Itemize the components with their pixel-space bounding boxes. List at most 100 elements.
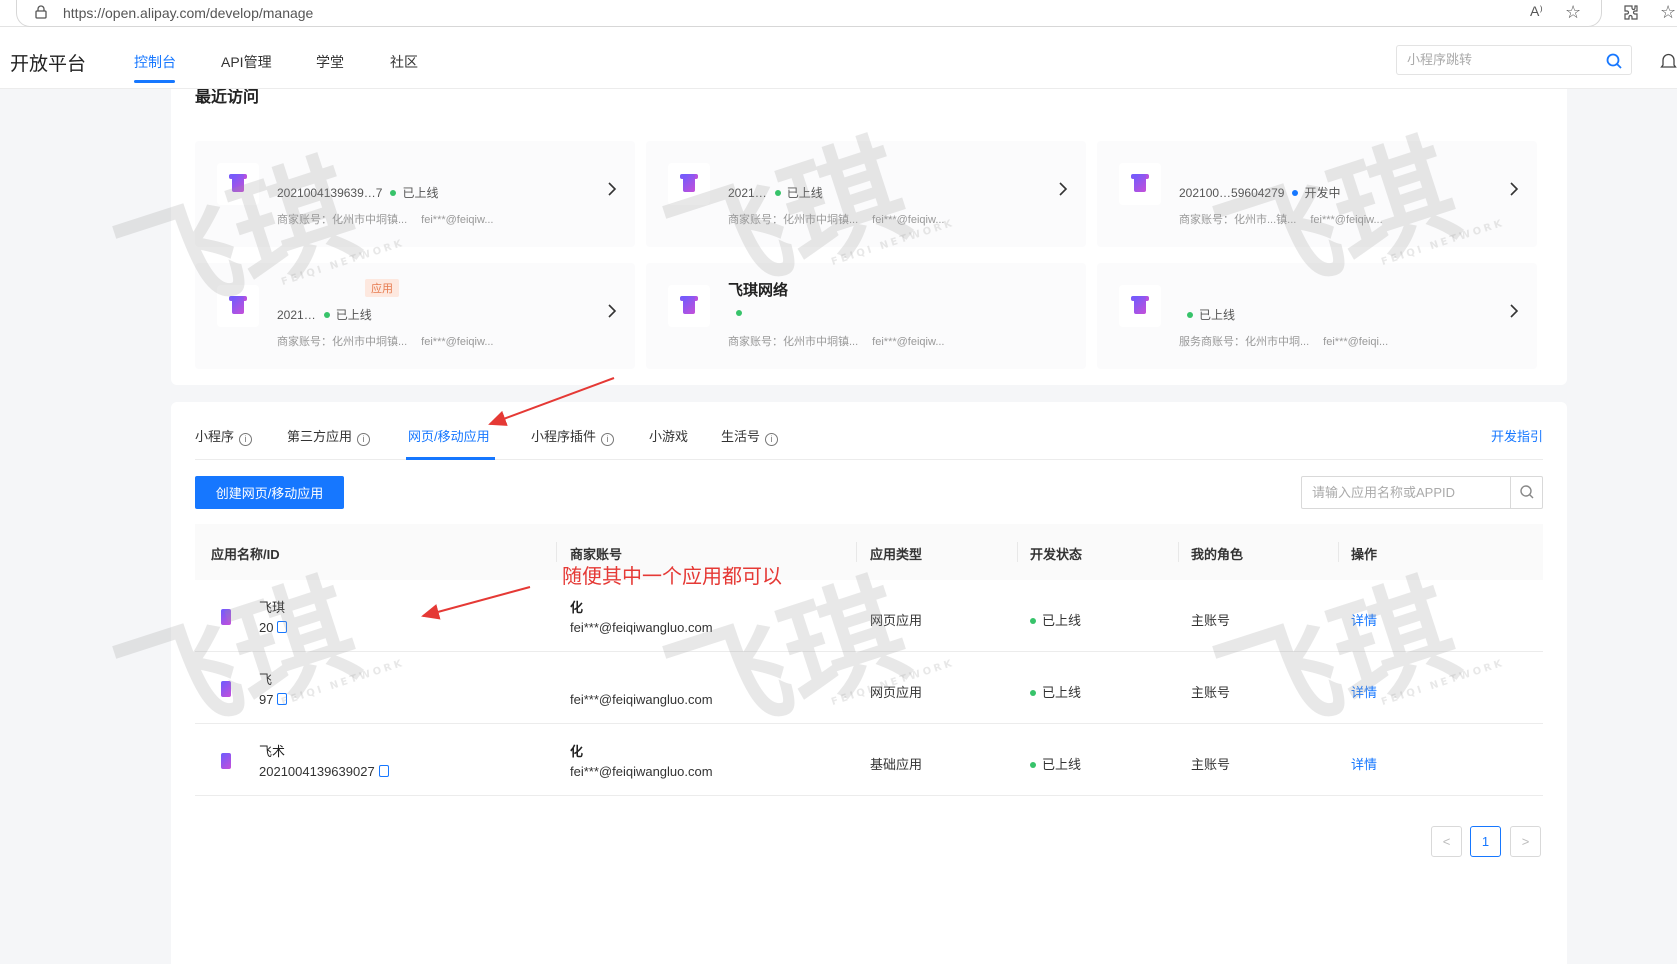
recent-app-tile[interactable]: 已上线服务商账号：化州市中垌... fei***@feiqi... xyxy=(1097,263,1537,369)
chevron-right-icon[interactable] xyxy=(607,181,617,197)
collections-star-icon[interactable]: ☆ xyxy=(1660,2,1676,23)
recent-visits-card: 最近访问 2021004139639…7 已上线 商家账号：化州市中垌镇... fei… xyxy=(171,89,1567,385)
chevron-right-icon[interactable] xyxy=(607,303,617,319)
details-link[interactable]: 详情 xyxy=(1351,754,1377,773)
nav-academy[interactable]: 学堂 xyxy=(316,52,344,72)
col-actions: 操作 xyxy=(1351,547,1378,562)
nav-active-indicator xyxy=(134,80,175,83)
tab-mini-game[interactable]: 小游戏 xyxy=(649,426,688,445)
mini-program-search[interactable] xyxy=(1396,45,1632,75)
platform-title[interactable]: 开放平台 xyxy=(10,49,86,76)
chevron-right-icon[interactable] xyxy=(1509,303,1519,319)
merchant-name: 化 xyxy=(570,600,584,615)
app-status: 已上线 xyxy=(335,308,372,322)
favorite-star-icon[interactable]: ☆ xyxy=(1565,2,1581,23)
extensions-icon[interactable] xyxy=(1622,3,1640,21)
recent-app-tile[interactable]: 202100…59604279 开发中 商家账号：化州市...镇... fei***@… xyxy=(1097,141,1537,247)
copy-icon[interactable] xyxy=(277,693,288,705)
col-dev-status: 开发状态 xyxy=(1030,547,1083,562)
app-meta: 商家账号：化州市中垌镇... fei***@feiqiw... xyxy=(728,214,945,226)
details-link[interactable]: 详情 xyxy=(1351,610,1377,629)
recent-app-tile[interactable]: 2021004139639…7 已上线商家账号：化州市中垌镇... fei***@f… xyxy=(195,141,635,247)
dev-guide-link[interactable]: 开发指引 xyxy=(1491,426,1543,445)
app-type: 网页应用 xyxy=(870,613,923,628)
merchant-name: 化 xyxy=(570,744,584,759)
nav-console[interactable]: 控制台 xyxy=(134,52,176,72)
column-divider xyxy=(556,542,557,562)
app-status: 已上线 xyxy=(1199,308,1236,322)
app-name: 飞 xyxy=(259,672,273,687)
app-logo xyxy=(1119,163,1161,205)
url-text[interactable]: https://open.alipay.com/develop/manage xyxy=(63,5,313,21)
copy-icon[interactable] xyxy=(378,765,389,777)
app-id xyxy=(728,306,748,320)
app-meta: 服务商账号：化州市中垌... fei***@feiqi... xyxy=(1179,336,1389,348)
info-icon[interactable]: i xyxy=(239,433,253,446)
recent-app-tile[interactable]: 应用 2021… 已上线 商家账号：化州市中垌镇... fei***@feiqiw... xyxy=(195,263,635,369)
app-search-input[interactable] xyxy=(1312,485,1502,500)
app-logo xyxy=(668,163,710,205)
my-role: 主账号 xyxy=(1191,757,1231,772)
info-icon[interactable]: i xyxy=(765,433,779,446)
copy-icon[interactable] xyxy=(277,621,288,633)
read-aloud-icon[interactable]: A⁾ xyxy=(1530,3,1548,21)
chevron-right-icon[interactable] xyxy=(1509,181,1519,197)
app-id: 已上线 xyxy=(1179,306,1235,323)
app-tag: 应用 xyxy=(365,279,399,297)
details-link[interactable]: 详情 xyxy=(1351,682,1377,701)
app-id: 2021004139639…7 已上线 xyxy=(277,186,439,200)
info-icon[interactable]: i xyxy=(601,433,615,446)
column-divider xyxy=(1017,542,1018,562)
app-logo xyxy=(215,748,239,774)
app-logo xyxy=(668,285,710,327)
tab-third-party-app[interactable]: 第三方应用 i xyxy=(287,426,371,446)
app-search-button[interactable] xyxy=(1510,477,1542,508)
tab-mini-program[interactable]: 小程序 i xyxy=(195,426,253,446)
page-1-button[interactable]: 1 xyxy=(1470,826,1501,857)
nav-community[interactable]: 社区 xyxy=(390,52,418,72)
apps-card: 小程序 i 第三方应用 i 网页/移动应用 小程序插件 i 小游戏 生活号 i 开发指引… xyxy=(171,402,1567,964)
address-bar[interactable]: https://open.alipay.com/develop/manage xyxy=(16,0,1602,27)
app-id: 2021… 已上线 xyxy=(728,186,823,200)
create-web-mobile-app-button[interactable]: 创建网页/移动应用 xyxy=(195,476,344,509)
recent-app-tile[interactable]: 2021… 已上线商家账号：化州市中垌镇... fei***@feiqiw... xyxy=(646,141,1086,247)
merchant-email: fei***@feiqiwangluo.com xyxy=(570,692,713,707)
app-type: 网页应用 xyxy=(870,685,923,700)
my-role: 主账号 xyxy=(1191,685,1231,700)
app-logo xyxy=(217,285,259,327)
column-divider xyxy=(1178,542,1179,562)
app-meta: 商家账号：化州市...镇... fei***@feiqiw... xyxy=(1179,214,1383,226)
bell-icon[interactable] xyxy=(1660,52,1677,70)
next-page-button[interactable]: > xyxy=(1510,826,1541,857)
app-type: 基础应用 xyxy=(870,757,923,772)
app-logo xyxy=(1119,285,1161,327)
app-meta: 商家账号：化州市中垌镇... fei***@feiqiw... xyxy=(277,214,494,226)
app-logo xyxy=(215,676,239,702)
prev-page-button[interactable]: < xyxy=(1431,826,1462,857)
app-type-tabs: 小程序 i 第三方应用 i 网页/移动应用 小程序插件 i 小游戏 生活号 i 开发指引 xyxy=(195,402,1543,460)
mini-program-search-input[interactable] xyxy=(1407,52,1597,67)
tab-web-mobile-app[interactable]: 网页/移动应用 xyxy=(408,426,490,445)
app-search[interactable] xyxy=(1301,476,1543,509)
app-status: 已上线 xyxy=(402,186,439,200)
dev-status: 已上线 xyxy=(1030,682,1081,701)
app-id: 20 xyxy=(259,620,288,635)
recent-app-tile[interactable]: 飞琪网络 商家账号：化州市中垌镇... fei***@feiqiw... xyxy=(646,263,1086,369)
nav-api-management[interactable]: API管理 xyxy=(221,52,272,72)
col-my-role: 我的角色 xyxy=(1191,547,1244,562)
annotation-note: 随便其中一个应用都可以 xyxy=(562,566,782,588)
app-status: 开发中 xyxy=(1304,186,1341,200)
tab-mini-program-plugin[interactable]: 小程序插件 i xyxy=(531,426,615,446)
tab-life-account[interactable]: 生活号 i xyxy=(721,426,779,446)
info-icon[interactable]: i xyxy=(357,433,371,446)
status-dot xyxy=(1187,312,1193,318)
status-dot xyxy=(736,310,742,316)
status-dot xyxy=(774,190,781,196)
status-dot xyxy=(390,190,397,196)
column-divider xyxy=(1338,542,1339,562)
search-icon[interactable] xyxy=(1605,52,1623,70)
chevron-right-icon[interactable] xyxy=(1058,181,1068,197)
status-dot xyxy=(1292,190,1299,196)
dev-status: 已上线 xyxy=(1030,754,1081,773)
column-divider xyxy=(856,542,857,562)
